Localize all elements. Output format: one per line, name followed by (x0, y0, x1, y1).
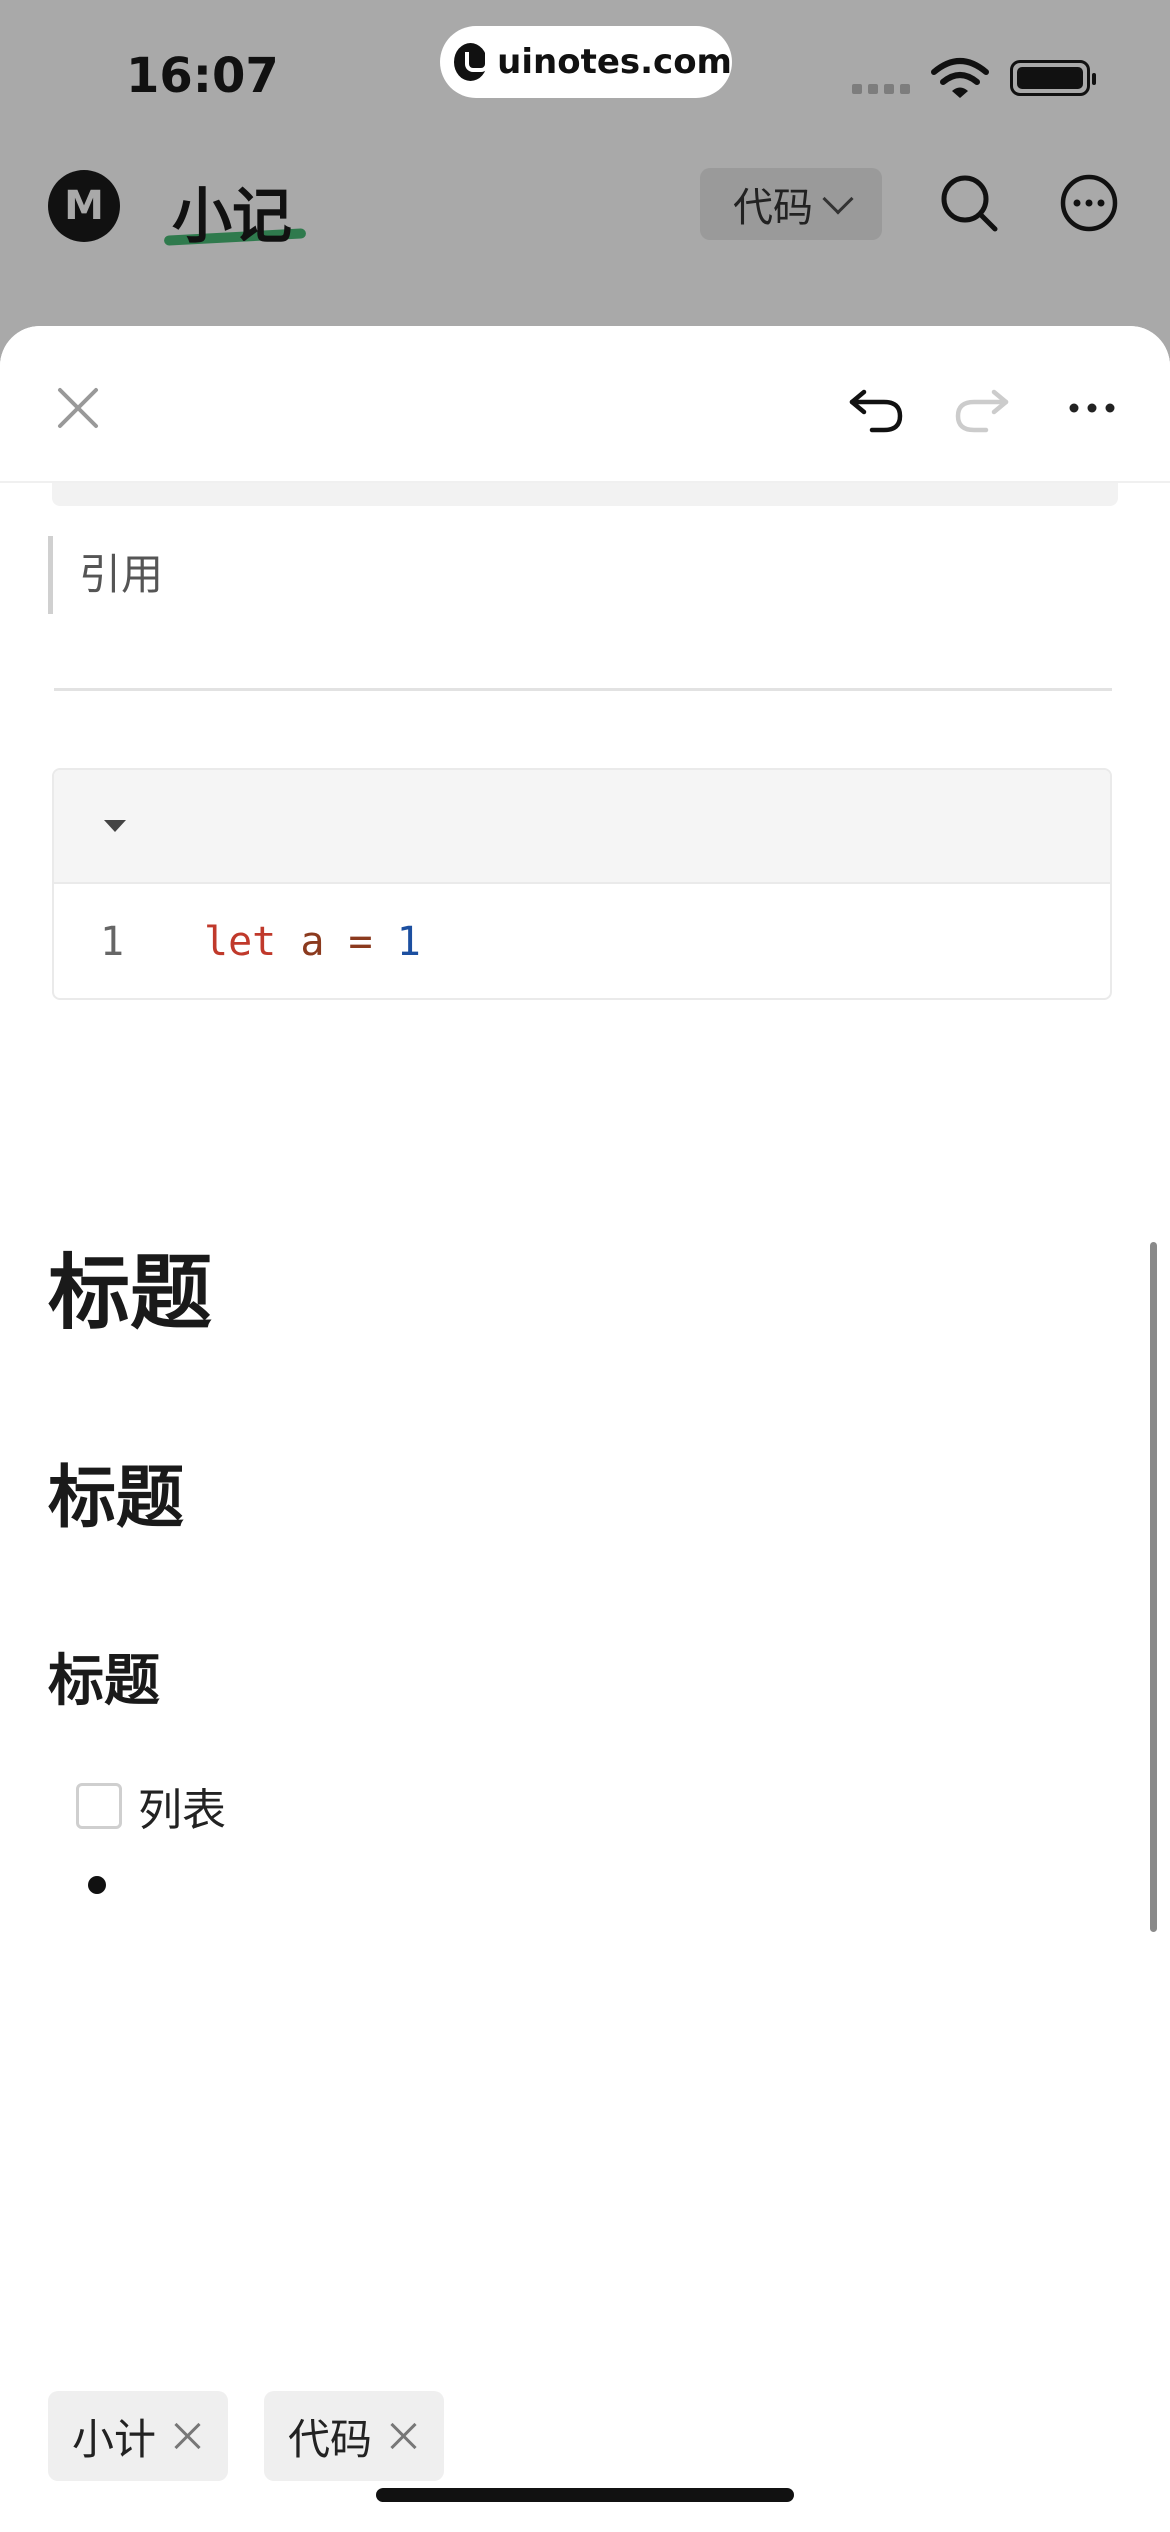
todo-item[interactable]: 列表 (76, 1774, 226, 1838)
editor-toolbar (0, 326, 1170, 481)
todo-label[interactable]: 列表 (138, 1774, 226, 1838)
heading-2[interactable]: 标题 (48, 1442, 184, 1541)
chevron-down-icon (822, 183, 854, 215)
app-logo[interactable]: M (48, 170, 120, 242)
code-variable: a (300, 919, 325, 965)
wifi-icon (931, 58, 989, 98)
language-dropdown-icon[interactable] (104, 820, 126, 832)
app-title: 小记 (172, 182, 292, 252)
remove-tag-icon[interactable] (170, 2419, 204, 2453)
editor-sheet: 引用 1 let a = 1 标题 标题 标题 列表 小计 代码 (0, 326, 1170, 2532)
cellular-signal-icon (852, 84, 910, 94)
status-time: 16:07 (126, 48, 279, 104)
heading-1[interactable]: 标题 (48, 1226, 212, 1345)
bullet-list-item[interactable] (88, 1876, 106, 1894)
search-icon[interactable] (938, 172, 1000, 234)
filter-dropdown[interactable]: 代码 (700, 168, 882, 240)
todo-checkbox[interactable] (76, 1783, 122, 1829)
heading-3[interactable]: 标题 (48, 1636, 160, 1717)
redo-icon[interactable] (950, 376, 1014, 440)
tag-chip[interactable]: 代码 (264, 2391, 445, 2481)
more-options-icon[interactable] (1058, 172, 1120, 234)
tag-label: 代码 (288, 2414, 373, 2464)
more-icon[interactable] (1060, 376, 1124, 440)
code-block[interactable]: 1 let a = 1 (52, 768, 1112, 1000)
code-number: 1 (396, 919, 421, 965)
tag-list: 小计 代码 (48, 2391, 445, 2481)
code-operator: = (348, 919, 373, 965)
url-text: uinotes.com (497, 42, 732, 82)
code-line[interactable]: 1 let a = 1 (54, 884, 1110, 998)
battery-icon (1010, 60, 1096, 96)
background-app: 16:07 uinotes.com M 小记 代码 (0, 0, 1170, 340)
url-pill[interactable]: uinotes.com (440, 26, 732, 98)
remove-tag-icon[interactable] (386, 2419, 420, 2453)
undo-icon[interactable] (844, 376, 908, 440)
horizontal-rule (54, 688, 1112, 691)
site-logo-icon (454, 43, 490, 81)
home-indicator[interactable] (376, 2488, 794, 2502)
code-keyword: let (204, 919, 277, 965)
tag-label: 小计 (72, 2414, 157, 2464)
scrollbar[interactable] (1150, 1242, 1157, 1932)
filter-label: 代码 (733, 185, 813, 231)
line-number: 1 (100, 919, 125, 965)
tag-chip[interactable]: 小计 (48, 2391, 229, 2481)
code-block-header (54, 770, 1110, 884)
close-icon[interactable] (46, 376, 110, 440)
blockquote[interactable]: 引用 (48, 536, 163, 614)
